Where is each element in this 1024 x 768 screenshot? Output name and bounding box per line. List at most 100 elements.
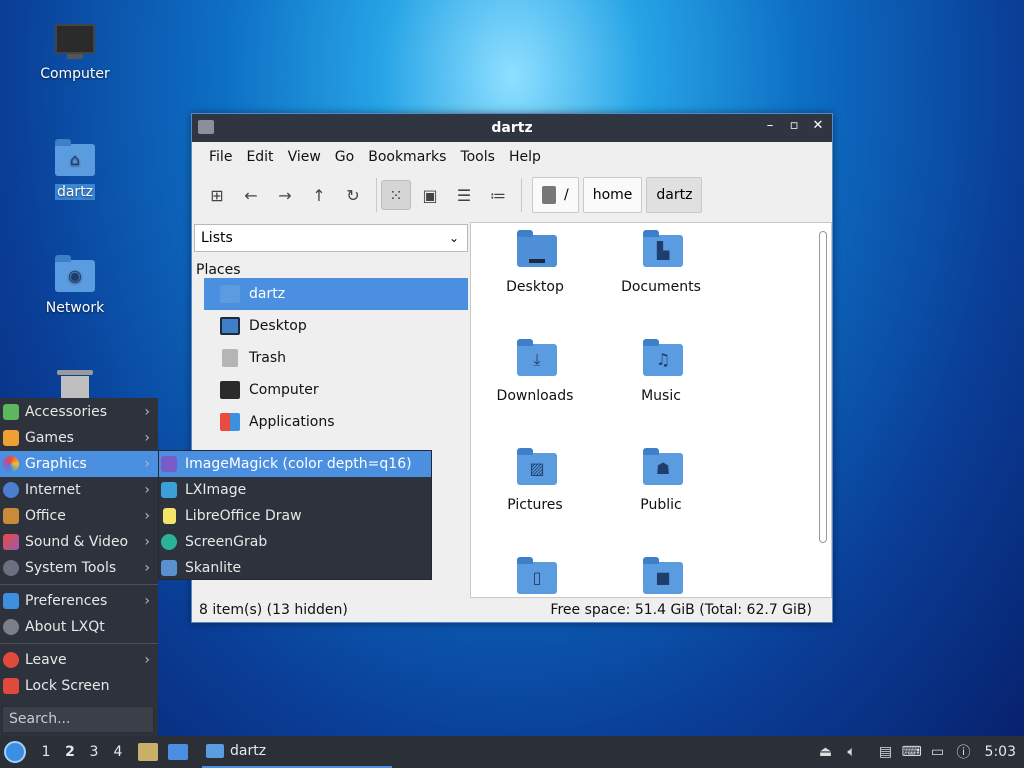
eject-icon[interactable]: ⏏	[815, 742, 837, 762]
file-item-pictures[interactable]: ▨ Pictures	[475, 448, 595, 513]
computer-icon	[220, 381, 240, 399]
network-icon[interactable]: ▭	[927, 742, 949, 762]
update-notifier-icon[interactable]: ⓘ	[953, 742, 975, 762]
place-label: Desktop	[249, 318, 307, 334]
menu-lock-screen[interactable]: Lock Screen	[0, 673, 158, 699]
free-space: Free space: 51.4 GiB (Total: 62.7 GiB)	[550, 602, 812, 618]
file-item-label: Music	[641, 388, 681, 404]
menu-accessories[interactable]: Accessories ›	[0, 399, 158, 425]
file-item-downloads[interactable]: ⤓ Downloads	[475, 339, 595, 404]
libreoffice-draw-icon	[163, 508, 176, 524]
menu-view[interactable]: View	[281, 145, 328, 169]
menu-internet[interactable]: Internet ›	[0, 477, 158, 503]
maximize-button[interactable]: ▫	[786, 118, 802, 133]
menu-label: Lock Screen	[25, 678, 110, 694]
menu-system-tools[interactable]: System Tools ›	[0, 555, 158, 581]
new-tab-icon[interactable]: ⊞	[202, 180, 232, 210]
icon-view-icon[interactable]: ⁙	[381, 180, 411, 210]
workspace-1[interactable]: 1	[34, 744, 58, 760]
detail-view-icon[interactable]: ≔	[483, 180, 513, 210]
file-manager-launcher-icon[interactable]	[138, 743, 158, 761]
app-screengrab[interactable]: ScreenGrab	[159, 529, 431, 555]
file-item-documents[interactable]: ▙ Documents	[601, 230, 721, 295]
volume-icon[interactable]: 🔈︎	[841, 742, 863, 762]
power-icon	[3, 652, 19, 668]
place-label: Applications	[249, 414, 335, 430]
workspace-3[interactable]: 3	[82, 744, 106, 760]
menu-search-input[interactable]: Search...	[2, 706, 154, 733]
app-imagemagick[interactable]: ImageMagick (color depth=q16)	[159, 451, 431, 477]
menu-edit[interactable]: Edit	[239, 145, 280, 169]
workspace-4[interactable]: 4	[106, 744, 130, 760]
place-desktop[interactable]: Desktop	[204, 310, 468, 342]
chevron-down-icon: ⌄	[448, 231, 459, 245]
menu-leave[interactable]: Leave ›	[0, 647, 158, 673]
music-folder-icon: ♫	[641, 339, 683, 376]
folder-icon	[206, 744, 224, 758]
desktop-icon-computer[interactable]: Computer	[25, 22, 125, 82]
place-applications[interactable]: Applications	[204, 406, 468, 438]
drive-icon	[542, 186, 556, 204]
breadcrumb-home[interactable]: home	[582, 177, 643, 213]
menu-label: Accessories	[25, 404, 108, 420]
menu-file[interactable]: File	[202, 145, 239, 169]
file-item-desktop[interactable]: Desktop	[475, 230, 595, 295]
titlebar[interactable]: dartz – ▫ ✕	[192, 114, 832, 142]
minimize-button[interactable]: –	[762, 118, 778, 133]
info-icon	[3, 619, 19, 635]
workspace-2[interactable]: 2	[58, 744, 82, 760]
close-button[interactable]: ✕	[810, 118, 826, 133]
menu-about[interactable]: About LXQt	[0, 614, 158, 640]
menu-label: LibreOffice Draw	[185, 508, 302, 524]
file-item-public[interactable]: ☗ Public	[601, 448, 721, 513]
breadcrumb-root[interactable]: /	[532, 177, 579, 213]
place-label: Trash	[249, 350, 286, 366]
app-libreoffice-draw[interactable]: LibreOffice Draw	[159, 503, 431, 529]
desktop-icon-home[interactable]: ⌂ dartz	[25, 139, 125, 200]
reload-icon[interactable]: ↻	[338, 180, 368, 210]
file-item-music[interactable]: ♫ Music	[601, 339, 721, 404]
menu-bookmarks[interactable]: Bookmarks	[361, 145, 453, 169]
file-item-label: Documents	[621, 279, 701, 295]
place-trash[interactable]: Trash	[204, 342, 468, 374]
file-item-label: Desktop	[506, 279, 564, 295]
place-dartz[interactable]: dartz	[204, 278, 468, 310]
chevron-right-icon: ›	[144, 652, 150, 668]
app-skanlite[interactable]: Skanlite	[159, 555, 431, 581]
compact-view-icon[interactable]: ☰	[449, 180, 479, 210]
show-desktop-icon[interactable]	[168, 744, 188, 760]
task-label: dartz	[230, 743, 267, 759]
desktop-icon-network[interactable]: ◉ Network	[25, 255, 125, 316]
computer-icon	[53, 22, 97, 62]
back-icon[interactable]: ←	[236, 180, 266, 210]
thumbnail-view-icon[interactable]: ▣	[415, 180, 445, 210]
taskbar: 1 2 3 4 dartz ⏏ 🔈︎ ▤ ⌨ ▭ ⓘ 5:03	[0, 736, 1024, 768]
toolbar-divider	[376, 178, 377, 212]
application-menu: Accessories › Games › Graphics › Internet › …	[0, 398, 158, 736]
menu-office[interactable]: Office ›	[0, 503, 158, 529]
start-menu-icon[interactable]	[4, 741, 26, 763]
menu-graphics[interactable]: Graphics ›	[0, 451, 158, 477]
menu-preferences[interactable]: Preferences ›	[0, 588, 158, 614]
menu-help[interactable]: Help	[502, 145, 548, 169]
menu-tools[interactable]: Tools	[453, 145, 502, 169]
breadcrumb-dartz[interactable]: dartz	[646, 177, 703, 213]
menu-label: Graphics	[25, 456, 87, 472]
side-pane-mode-select[interactable]: Lists ⌄	[194, 224, 468, 252]
keyboard-icon[interactable]: ⌨	[901, 742, 923, 762]
clipboard-icon[interactable]: ▤	[875, 742, 897, 762]
menu-go[interactable]: Go	[328, 145, 361, 169]
taskbar-task-dartz[interactable]: dartz	[202, 736, 392, 768]
place-label: Computer	[249, 382, 319, 398]
app-lximage[interactable]: LXImage	[159, 477, 431, 503]
up-icon[interactable]: ↑	[304, 180, 334, 210]
menu-games[interactable]: Games ›	[0, 425, 158, 451]
vertical-scrollbar[interactable]	[819, 231, 827, 543]
forward-icon[interactable]: →	[270, 180, 300, 210]
clock[interactable]: 5:03	[985, 744, 1016, 760]
menu-sound-video[interactable]: Sound & Video ›	[0, 529, 158, 555]
videos-folder-icon: ■	[641, 557, 683, 594]
chevron-right-icon: ›	[144, 404, 150, 420]
preferences-icon	[3, 593, 19, 609]
place-computer[interactable]: Computer	[204, 374, 468, 406]
